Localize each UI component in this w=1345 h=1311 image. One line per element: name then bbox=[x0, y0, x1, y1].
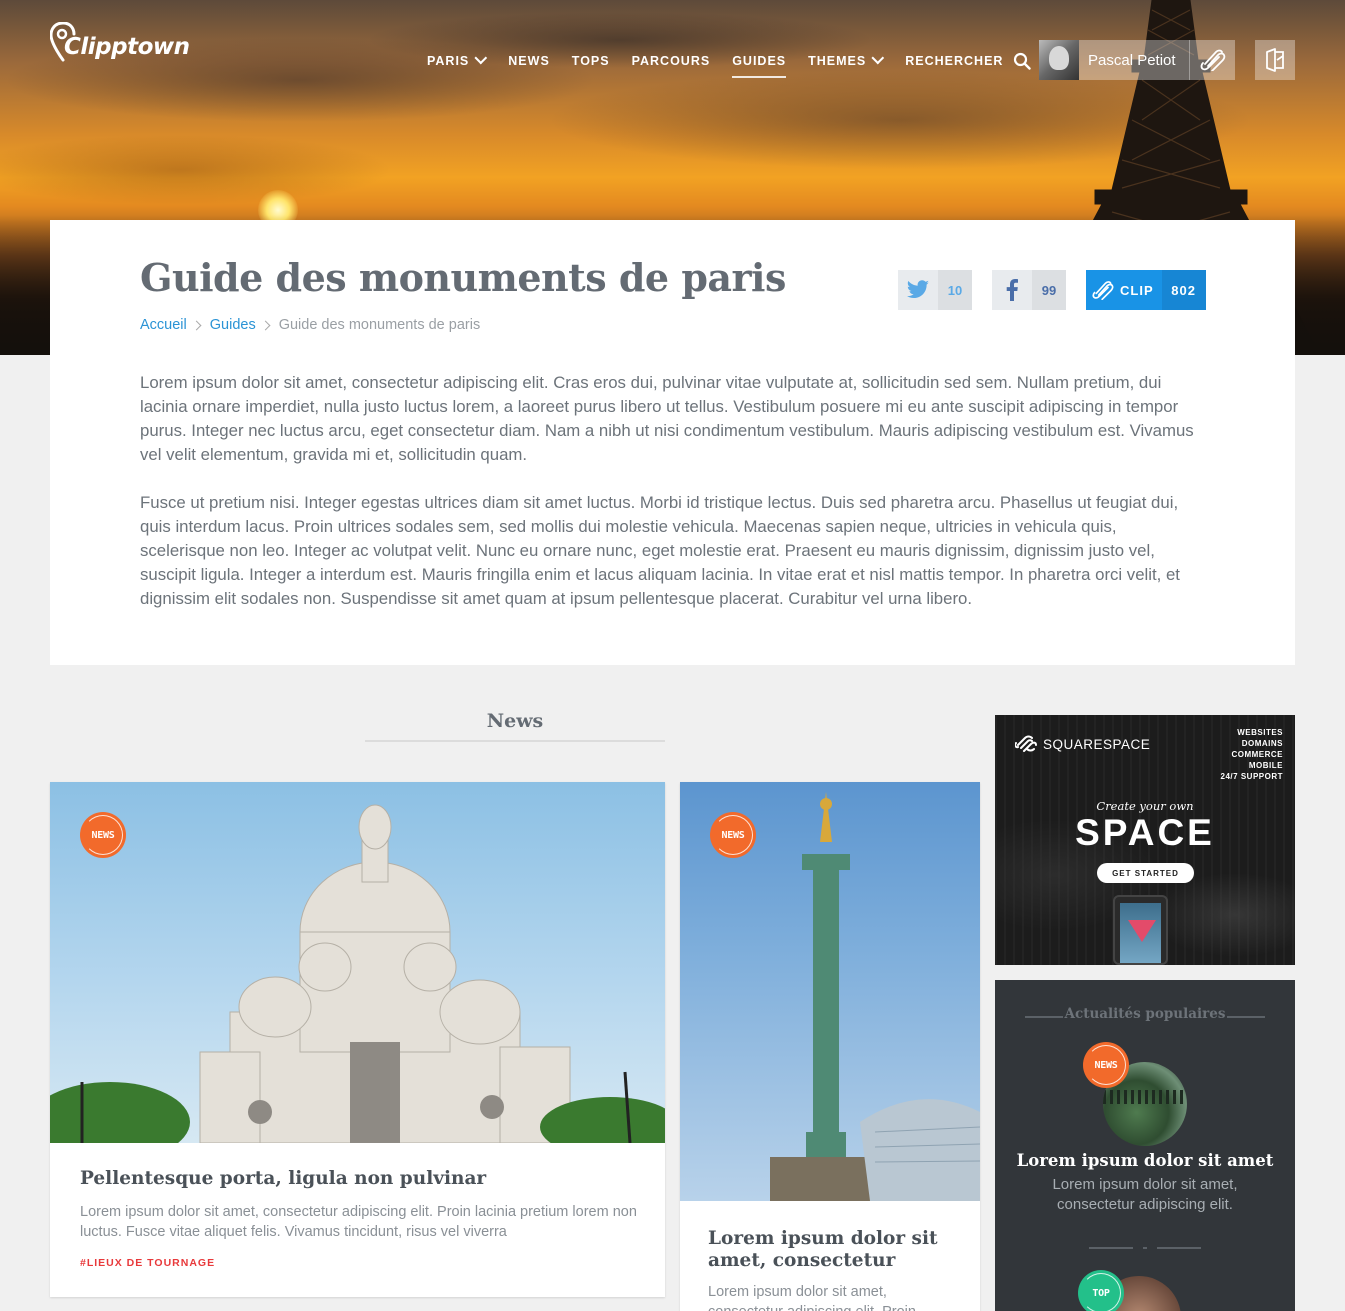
breadcrumb: Accueil Guides Guide des monuments de pa… bbox=[140, 317, 480, 333]
nav-label: Parcours bbox=[631, 54, 711, 68]
ad-feature: DOMAINS bbox=[1241, 739, 1283, 748]
ad-feature: COMMERCE bbox=[1231, 750, 1283, 759]
main-nav: Paris News Tops Parcours Guides Themes R… bbox=[427, 50, 1032, 78]
user-name[interactable]: Pascal Petiot bbox=[1079, 52, 1189, 69]
nav-item-tops[interactable]: Tops bbox=[572, 50, 610, 72]
paperclip-icon bbox=[1086, 270, 1120, 310]
bastille-column-image: NEWS bbox=[680, 782, 980, 1201]
sacre-coeur-image: NEWS bbox=[50, 782, 665, 1143]
breadcrumb-guides[interactable]: Guides bbox=[210, 317, 256, 333]
news-card-tag[interactable]: #Lieux de tournage bbox=[80, 1257, 215, 1269]
ad-cta-button[interactable]: GET STARTED bbox=[1097, 863, 1194, 883]
popular-news-panel: Actualités populaires NEWS Lorem ipsum d… bbox=[995, 980, 1295, 1311]
ad-feature: MOBILE bbox=[1248, 761, 1283, 770]
twitter-count: 10 bbox=[938, 270, 972, 310]
nav-label: Guides bbox=[732, 54, 787, 68]
search-icon bbox=[1014, 52, 1032, 70]
nav-item-paris[interactable]: Paris bbox=[427, 50, 488, 72]
nav-label: Themes bbox=[808, 54, 867, 68]
nav-label: Tops bbox=[571, 54, 610, 68]
intro-paragraph: Fusce ut pretium nisi. Integer egestas u… bbox=[140, 493, 1180, 608]
facebook-icon bbox=[992, 270, 1032, 310]
breadcrumb-current: Guide des monuments de paris bbox=[278, 317, 481, 333]
news-card[interactable]: NEWS Pellentesque porta, ligula non pulv… bbox=[50, 782, 665, 1297]
nav-item-guides[interactable]: Guides bbox=[732, 50, 787, 78]
clip-count: 802 bbox=[1161, 270, 1206, 310]
chevron-down-icon bbox=[871, 51, 885, 64]
news-card-text: Lorem ipsum dolor sit amet, consectetur … bbox=[80, 1204, 637, 1240]
squarespace-logo-icon bbox=[1015, 735, 1037, 752]
nav-item-news[interactable]: News bbox=[508, 50, 550, 72]
clip-label: CLIP bbox=[1120, 282, 1154, 298]
popular-divider bbox=[1089, 1247, 1201, 1249]
nav-label: Paris bbox=[427, 54, 470, 68]
nav-item-themes[interactable]: Themes bbox=[808, 50, 885, 72]
breadcrumb-home[interactable]: Accueil bbox=[140, 317, 187, 333]
nav-item-parcours[interactable]: Parcours bbox=[632, 50, 711, 72]
facebook-share-button[interactable]: 99 bbox=[992, 270, 1066, 310]
nav-label: News bbox=[508, 54, 550, 68]
nav-label: Rechercher bbox=[905, 54, 1004, 68]
ad-features: WEBSITES DOMAINS COMMERCE MOBILE 24/7 SU… bbox=[1221, 727, 1283, 782]
news-card-title[interactable]: Lorem ipsum dolor sit amet, consectetur bbox=[708, 1228, 958, 1272]
chevron-right-icon bbox=[191, 320, 202, 330]
ad-brand: SQUARESPACE bbox=[1015, 735, 1150, 753]
logout-button[interactable] bbox=[1255, 40, 1295, 80]
clipptown-logo[interactable]: Clipptown bbox=[50, 22, 190, 62]
guide-card: Guide des monuments de paris Accueil Gui… bbox=[50, 220, 1295, 665]
logo-text: Clipptown bbox=[64, 34, 190, 60]
user-menu[interactable]: Pascal Petiot bbox=[1039, 40, 1235, 80]
nav-item-search[interactable]: Rechercher bbox=[905, 50, 1032, 72]
twitter-icon bbox=[898, 270, 938, 310]
news-badge: NEWS bbox=[1083, 1042, 1129, 1088]
chevron-down-icon bbox=[474, 51, 488, 64]
chevron-right-icon bbox=[260, 320, 271, 330]
ad-tagline: Create your own bbox=[1096, 799, 1194, 813]
news-badge: NEWS bbox=[710, 812, 756, 858]
ad-feature: 24/7 SUPPORT bbox=[1220, 772, 1283, 781]
page-title: Guide des monuments de paris bbox=[140, 255, 786, 300]
ad-feature: WEBSITES bbox=[1237, 728, 1283, 737]
popular-heading: Actualités populaires bbox=[995, 1006, 1295, 1022]
news-card-text: Lorem ipsum dolor sit amet, consectetur … bbox=[708, 1284, 916, 1311]
top-badge: TOP bbox=[1078, 1270, 1124, 1311]
twitter-share-button[interactable]: 10 bbox=[898, 270, 972, 310]
facebook-count: 99 bbox=[1032, 270, 1066, 310]
news-card[interactable]: NEWS Lorem ipsum dolor sit amet, consect… bbox=[680, 782, 980, 1311]
news-badge: NEWS bbox=[80, 812, 126, 858]
clip-button[interactable]: CLIP 802 bbox=[1086, 270, 1206, 310]
popular-item-text: Lorem ipsum dolor sit amet, consectetur … bbox=[1052, 1176, 1238, 1213]
ad-brand-name: SQUARESPACE bbox=[1043, 736, 1151, 752]
ad-headline: SPACE bbox=[1075, 812, 1215, 853]
user-clips-button[interactable] bbox=[1189, 40, 1235, 80]
popular-item-title[interactable]: Lorem ipsum dolor sit amet bbox=[995, 1151, 1295, 1170]
ad-triangle-graphic bbox=[1128, 920, 1156, 942]
logout-icon bbox=[1266, 48, 1284, 72]
intro-paragraph: Lorem ipsum dolor sit amet, consectetur … bbox=[140, 373, 1194, 464]
avatar[interactable] bbox=[1039, 40, 1079, 80]
news-card-title[interactable]: Pellentesque porta, ligula non pulvinar bbox=[80, 1168, 486, 1189]
news-heading: News bbox=[365, 710, 665, 742]
squarespace-ad[interactable]: SQUARESPACE WEBSITES DOMAINS COMMERCE MO… bbox=[995, 715, 1295, 965]
paperclip-icon bbox=[1200, 49, 1225, 71]
